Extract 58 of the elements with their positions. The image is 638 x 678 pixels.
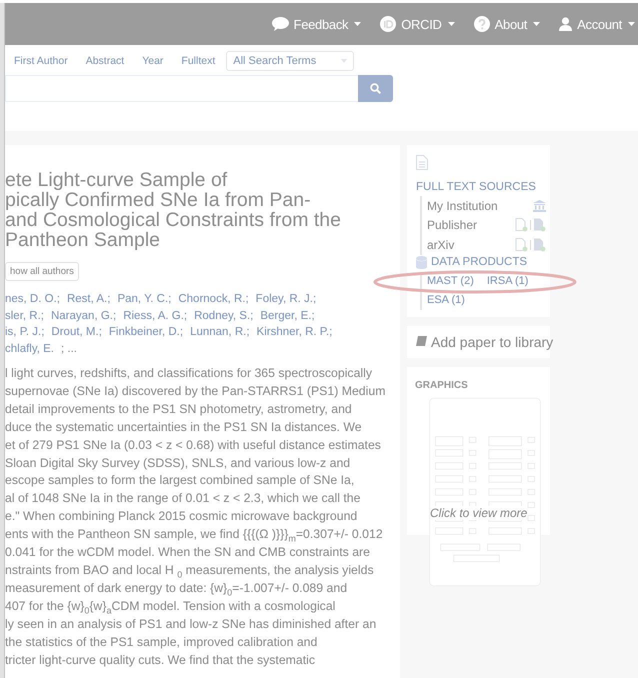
author-link[interactable]: Narayan, G.; xyxy=(50,310,116,322)
nav-menu[interactable]: Account xyxy=(559,16,635,32)
data-product-link[interactable]: ESA (1) xyxy=(427,290,465,310)
author-link[interactable]: Pan, Y. C.; xyxy=(117,293,172,306)
nav-menu[interactable]: Feedback xyxy=(272,16,362,32)
paper-title: ete Light-curve Sample of pically Confirmed SNe Ia from Pan- and Cosmological Constraints from the Pantheon Sample xyxy=(5,170,342,250)
field-link[interactable]: First Author xyxy=(5,55,77,67)
caret-icon xyxy=(628,22,635,26)
source-link[interactable]: Publisher xyxy=(427,218,478,232)
author-link[interactable]: Drout, M.; xyxy=(51,326,102,338)
author-link[interactable]: Berger, E.; xyxy=(260,310,315,322)
html-file-icon[interactable] xyxy=(533,218,546,232)
field-link[interactable]: Fulltext xyxy=(172,55,224,67)
nav-menu[interactable]: About xyxy=(474,16,540,32)
bank-icon xyxy=(533,200,546,212)
author-more: ; ... xyxy=(61,342,77,355)
author-link[interactable]: nes, D. O.; xyxy=(5,293,60,306)
caret-icon xyxy=(354,22,362,26)
nav-menu[interactable]: ORCID xyxy=(380,16,455,32)
caret-icon xyxy=(533,22,540,26)
search-terms-select[interactable]: All Search Terms xyxy=(226,51,354,71)
show-all-authors-button[interactable]: how all authors xyxy=(5,262,79,281)
speech-bubble-icon xyxy=(272,17,289,31)
document-icon xyxy=(416,155,428,170)
author-link[interactable]: sler, R.; xyxy=(5,310,44,322)
caret-icon xyxy=(448,22,455,26)
add-to-library-button[interactable]: Add paper to library xyxy=(416,334,554,350)
abstract-text: l light curves, redshifts, and classifications for 365 spectroscopically supernovae (SNe Ia) discovered by the Pan-STARRS1 (PS1) Medium detail improvements to the PS1 SN photometry, astrometry, and duce the systematic uncertainties in the PS1 SN Ia distances. We et of 279 PS1 SNe Ia (0.03 < z < 0.68) with useful distance estimates Sloan Digital Sky Survey (SDSS), SNLS, and various low-z and escope samples to form the largest combined sample of SNe Ia, al of 1048 SNe Ia in the range of 0.01 < z < 2.3, which we call the e." When combining Planck 2015 cosmic microwave background ents with the Pantheon SN sample, we find {{{(Ω )}}}$_{m}$=0.307+/- 0.012 0.041 for the wCDM model. When the SN and CMB constraints are nstraints from BAO and local H $_{0}$ measurements, the analysis yields measurement of dark energy to date: {w}$_{0}$=-1.007+/- 0.089 and 407 for the {w}$_{0}${w}$_{a}$CDM model. Tension with a cosmological ly seen in an analysis of PS1 and low-z SNe has diminished after an the statistics of the PS1 sample, improved calibration and tricter light-curve quality cuts. We find that the systematic xyxy=(5,365,386,668)
author-link[interactable]: is, P. J.; xyxy=(5,326,44,338)
view-more-link[interactable]: Click to view more xyxy=(430,506,528,520)
field-link[interactable]: Abstract xyxy=(76,55,134,67)
field-link[interactable]: Year xyxy=(133,55,172,67)
author-link[interactable]: Lunnan, R.; xyxy=(190,326,250,338)
html-file-icon[interactable] xyxy=(533,238,546,252)
author-link[interactable]: Kirshner, R. P.; xyxy=(256,326,332,338)
user-icon xyxy=(559,17,572,31)
section-heading: DATA PRODUCTS xyxy=(431,256,528,268)
author-link[interactable]: Chornock, R.; xyxy=(178,293,249,306)
data-product-link[interactable]: MAST (2) xyxy=(427,272,474,290)
author-link[interactable]: Rest, A.; xyxy=(66,293,110,306)
search-icon xyxy=(370,83,381,94)
data-product-link[interactable]: IRSA (1) xyxy=(486,272,528,290)
section-heading: FULL TEXT SOURCES xyxy=(416,181,537,193)
author-link[interactable]: Riess, A. G.; xyxy=(123,310,188,322)
help-icon xyxy=(474,16,490,32)
source-link[interactable]: My Institution xyxy=(427,198,498,213)
author-link[interactable]: Finkbeiner, D.; xyxy=(108,326,184,338)
pdf-file-icon[interactable] xyxy=(515,218,528,232)
source-link[interactable]: arXiv xyxy=(427,238,454,252)
search-button[interactable] xyxy=(358,75,393,102)
database-icon xyxy=(416,256,427,268)
search-field[interactable] xyxy=(5,75,358,102)
author-link[interactable]: chlafly, E. xyxy=(5,342,54,355)
author-link[interactable]: Foley, R. J.; xyxy=(256,293,316,306)
section-heading: GRAPHICS xyxy=(415,380,469,391)
author-link[interactable]: Rodney, S.; xyxy=(194,310,254,322)
pdf-file-icon[interactable] xyxy=(515,238,528,252)
id-badge-icon xyxy=(380,16,396,32)
